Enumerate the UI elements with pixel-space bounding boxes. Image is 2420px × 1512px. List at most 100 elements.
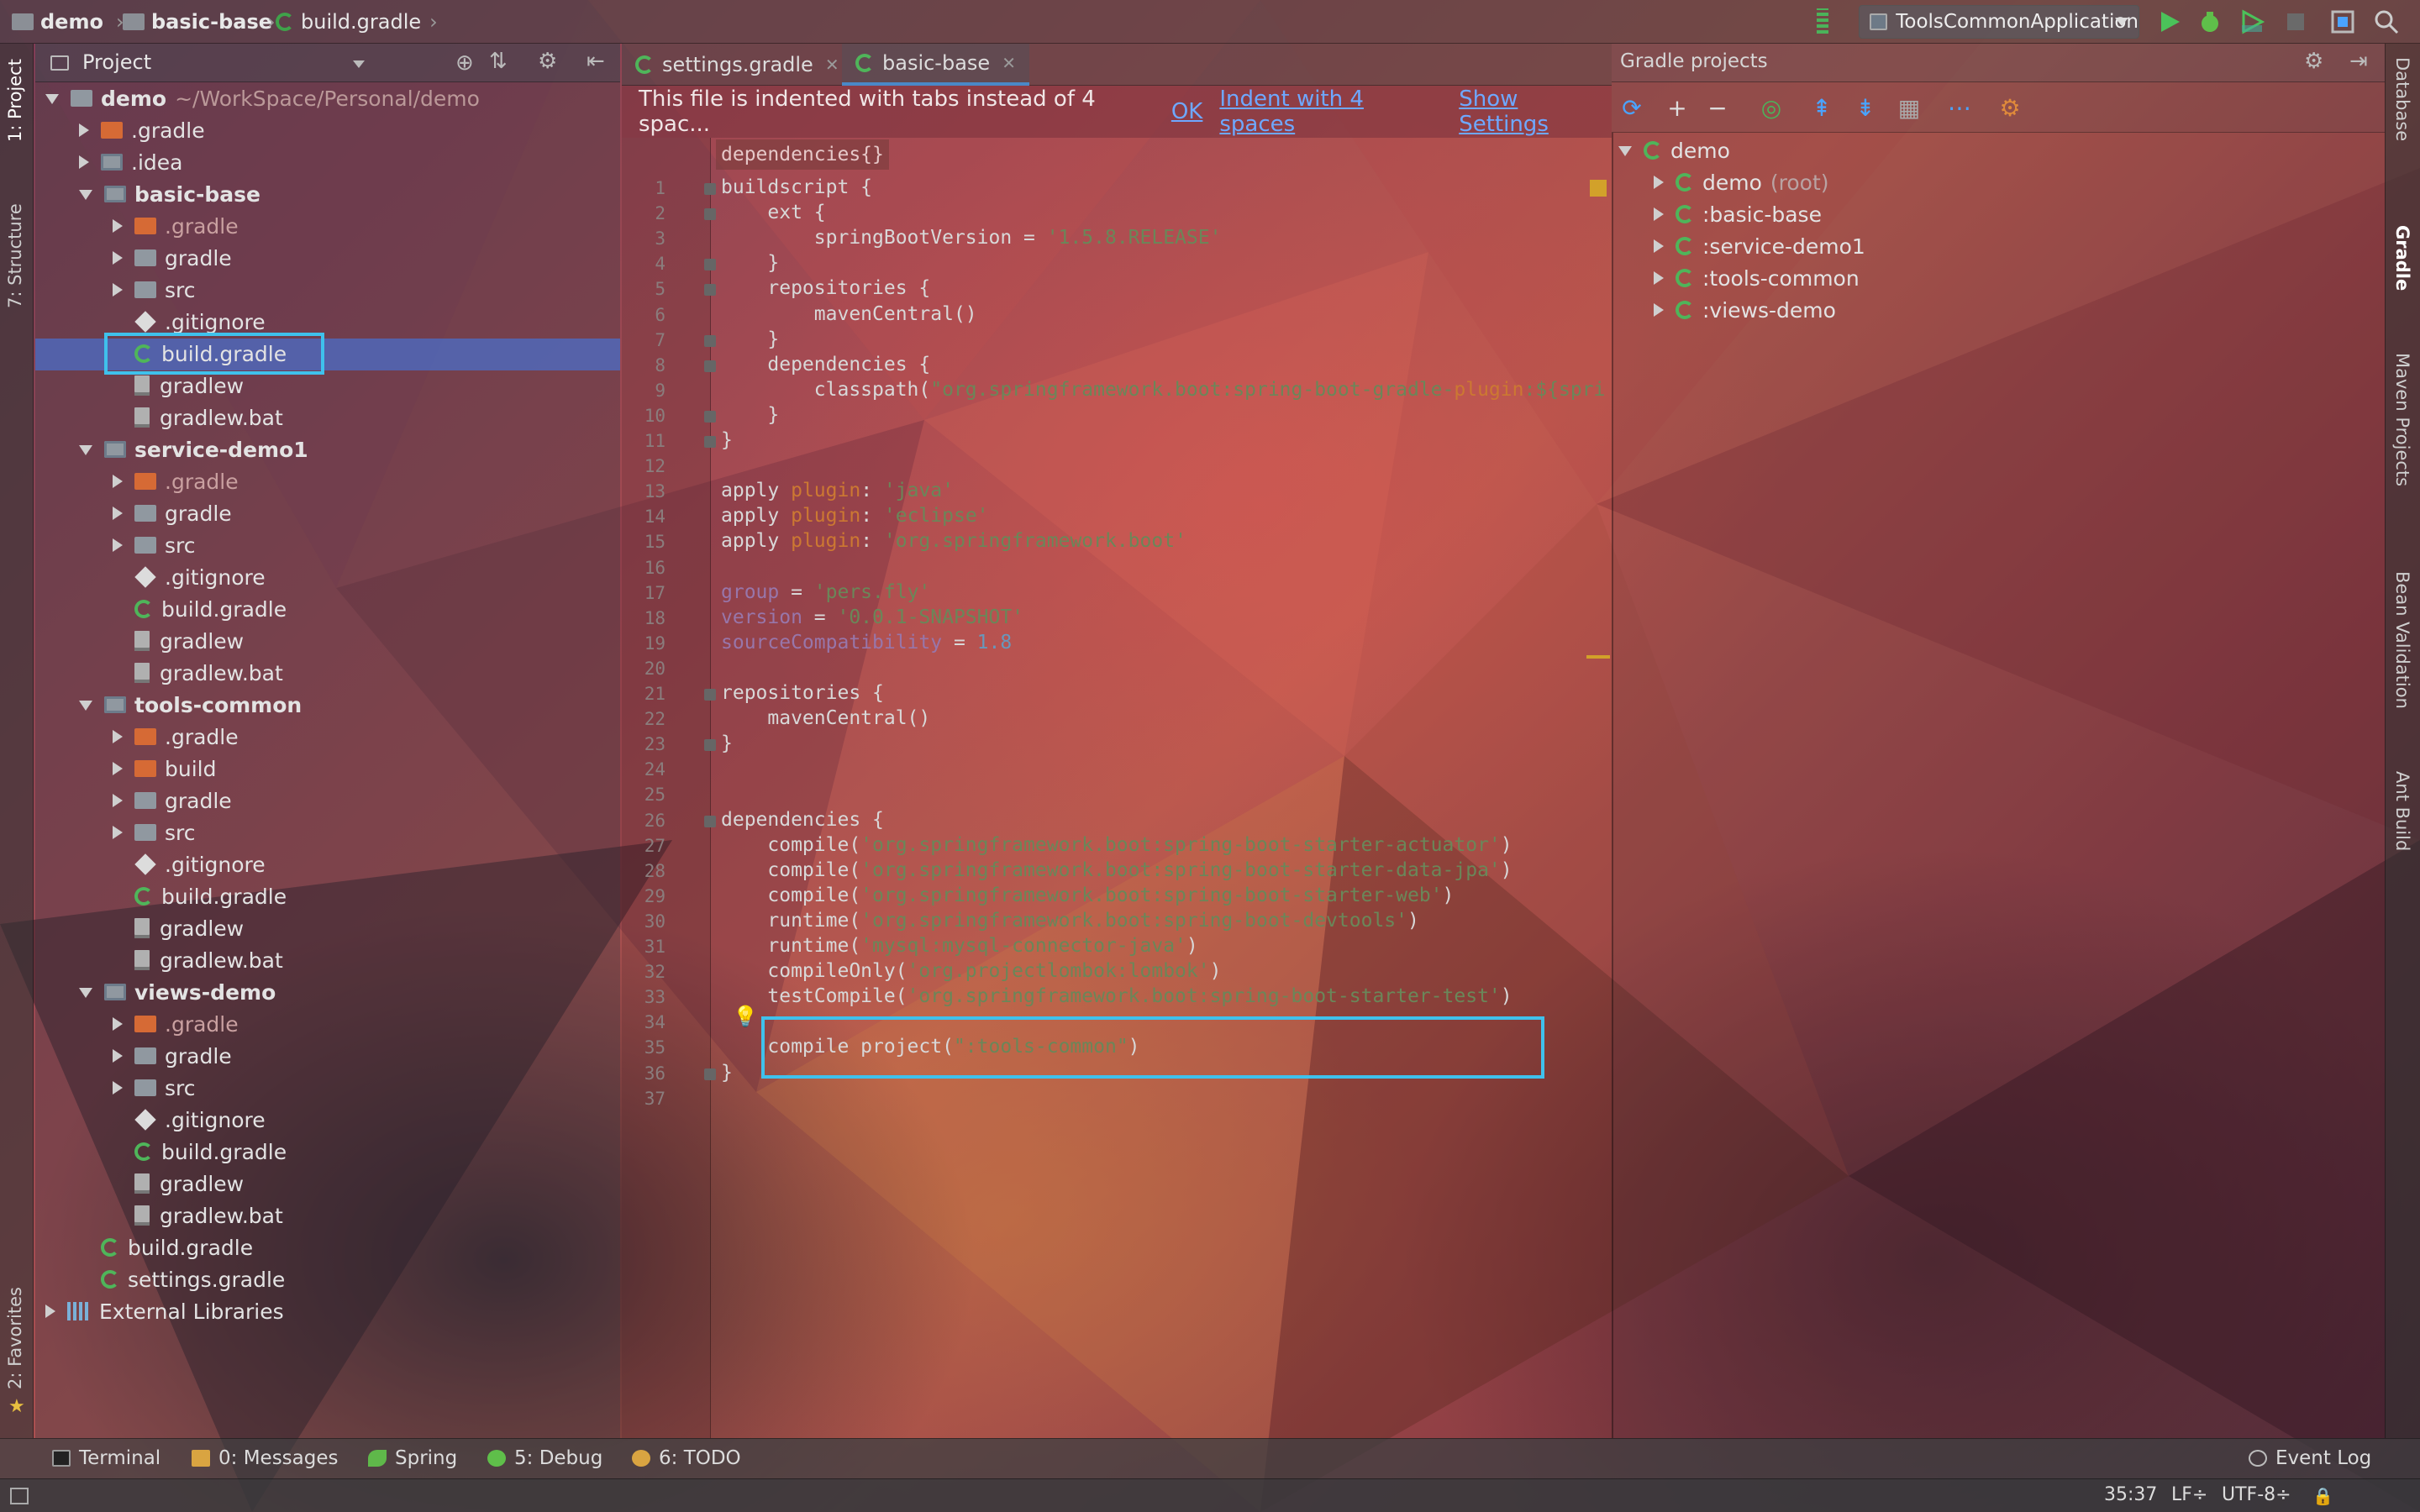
fold-marker-icon[interactable] bbox=[704, 436, 716, 448]
fold-marker-icon[interactable] bbox=[704, 334, 716, 347]
collapsed-arrow-icon[interactable] bbox=[1654, 176, 1664, 189]
code-line[interactable]: mavenCentral() bbox=[721, 303, 977, 325]
intention-bulb-icon[interactable]: 💡 bbox=[733, 1005, 758, 1028]
toggle-tool-windows-icon[interactable] bbox=[10, 1488, 29, 1504]
code-line[interactable]: buildscript { bbox=[721, 176, 872, 198]
code-line[interactable]: compileOnly('org.projectlombok:lombok') bbox=[721, 960, 1221, 982]
tab-maven-projects[interactable]: Maven Projects bbox=[2392, 353, 2412, 546]
tree-item[interactable]: .gradle bbox=[113, 210, 239, 242]
code-line[interactable]: } bbox=[721, 404, 779, 426]
tree-item[interactable]: src bbox=[113, 816, 196, 848]
collapse-all-icon[interactable]: ⇅ bbox=[489, 49, 508, 74]
fold-marker-icon[interactable] bbox=[704, 208, 716, 221]
tree-item[interactable]: build.gradle bbox=[113, 1136, 287, 1168]
fold-marker-icon[interactable] bbox=[704, 1068, 716, 1080]
collapsed-arrow-icon[interactable] bbox=[113, 219, 123, 233]
build-icon[interactable] bbox=[1817, 8, 1828, 34]
run-icon[interactable] bbox=[2156, 8, 2183, 35]
code-line[interactable]: dependencies { bbox=[721, 354, 930, 375]
expanded-arrow-icon[interactable] bbox=[79, 190, 92, 200]
hide-panel-icon[interactable]: ⇥ bbox=[2349, 49, 2368, 74]
fold-marker-icon[interactable] bbox=[704, 183, 716, 195]
collapsed-arrow-icon[interactable] bbox=[1654, 303, 1664, 317]
remove-icon[interactable]: − bbox=[1704, 94, 1731, 122]
tree-item[interactable]: .gitignore bbox=[113, 848, 266, 880]
crumb-demo[interactable]: demo bbox=[12, 0, 103, 44]
banner-ok-link[interactable]: OK bbox=[1171, 99, 1203, 124]
collapsed-arrow-icon[interactable] bbox=[1654, 239, 1664, 253]
code-line[interactable]: } bbox=[721, 732, 733, 754]
collapsed-arrow-icon[interactable] bbox=[113, 1017, 123, 1031]
code-breadcrumb[interactable]: dependencies{} bbox=[716, 139, 889, 170]
close-icon[interactable]: ✕ bbox=[1002, 53, 1016, 73]
tab-basic-base[interactable]: basic-base ✕ bbox=[842, 44, 1029, 86]
project-structure-icon[interactable] bbox=[2329, 8, 2356, 35]
expand-all-icon[interactable]: ⇞ bbox=[1808, 94, 1835, 122]
tree-item[interactable]: .gitignore bbox=[113, 1104, 266, 1136]
tree-item[interactable]: .gradle bbox=[113, 1008, 239, 1040]
chevron-down-icon[interactable] bbox=[353, 60, 365, 68]
tree-item[interactable]: build.gradle bbox=[113, 593, 287, 625]
run-coverage-icon[interactable] bbox=[2238, 8, 2265, 35]
code-line[interactable]: compile('org.springframework.boot:spring… bbox=[721, 885, 1454, 906]
tab-terminal[interactable]: Terminal bbox=[52, 1438, 160, 1478]
tree-item[interactable]: .idea bbox=[79, 146, 182, 178]
tree-item[interactable]: gradlew.bat bbox=[113, 944, 283, 976]
banner-settings-link[interactable]: Show Settings bbox=[1459, 87, 1612, 137]
add-icon[interactable]: + bbox=[1664, 94, 1691, 122]
fold-marker-icon[interactable] bbox=[704, 689, 716, 701]
search-icon[interactable] bbox=[2373, 8, 2400, 35]
code-line[interactable]: dependencies { bbox=[721, 809, 884, 831]
gradle-tree-item[interactable]: demo (root) bbox=[1654, 166, 1829, 198]
tree-item[interactable]: gradlew.bat bbox=[113, 402, 283, 433]
gradle-settings-icon[interactable]: ⚙ bbox=[1996, 94, 2023, 122]
run-config-dropdown[interactable]: ToolsCommonApplication bbox=[1859, 5, 2139, 39]
collapsed-arrow-icon[interactable] bbox=[113, 1081, 123, 1095]
code-line[interactable]: mavenCentral() bbox=[721, 707, 930, 729]
gradle-tree-item[interactable]: :basic-base bbox=[1654, 198, 1822, 230]
tree-item[interactable]: .gradle bbox=[79, 114, 205, 146]
crumb-build-gradle[interactable]: build.gradle › bbox=[276, 0, 446, 44]
tab-ant-build[interactable]: Ant Build bbox=[2392, 771, 2412, 880]
fold-marker-icon[interactable] bbox=[704, 739, 716, 752]
code-line[interactable]: apply plugin: 'org.springframework.boot' bbox=[721, 530, 1186, 552]
tree-item[interactable]: .gradle bbox=[113, 465, 239, 497]
tree-item[interactable]: src bbox=[113, 274, 196, 306]
expanded-arrow-icon[interactable] bbox=[1618, 146, 1632, 156]
tree-item[interactable]: gradlew.bat bbox=[113, 657, 283, 689]
collapse-all-icon[interactable]: ⇟ bbox=[1852, 94, 1879, 122]
error-stripe-marker[interactable] bbox=[1590, 180, 1607, 197]
fold-marker-icon[interactable] bbox=[704, 360, 716, 372]
line-separator[interactable]: LF÷ bbox=[2171, 1484, 2207, 1505]
code-line[interactable]: } bbox=[721, 252, 779, 274]
code-line[interactable]: testCompile('org.springframework.boot:sp… bbox=[721, 985, 1512, 1007]
tab-event-log[interactable]: Event Log bbox=[2249, 1438, 2371, 1478]
code-line[interactable]: } bbox=[721, 429, 733, 451]
debug-icon[interactable] bbox=[2196, 8, 2223, 35]
fold-marker-icon[interactable] bbox=[704, 815, 716, 827]
tab-structure[interactable]: 7: Structure bbox=[5, 203, 25, 371]
code-line[interactable]: } bbox=[721, 328, 779, 350]
collapsed-arrow-icon[interactable] bbox=[113, 1049, 123, 1063]
tab-spring[interactable]: Spring bbox=[368, 1438, 457, 1478]
code-line[interactable]: springBootVersion = '1.5.8.RELEASE' bbox=[721, 227, 1222, 249]
stop-icon[interactable] bbox=[2282, 8, 2309, 35]
collapsed-arrow-icon[interactable] bbox=[113, 475, 123, 488]
gradle-tree-item[interactable]: :views-demo bbox=[1654, 294, 1836, 326]
tree-item[interactable]: External Libraries bbox=[45, 1295, 284, 1327]
caret-position[interactable]: 35:37 bbox=[2104, 1484, 2157, 1505]
tab-todo[interactable]: 6: TODO bbox=[632, 1438, 741, 1478]
gear-icon[interactable]: ⚙ bbox=[2304, 49, 2323, 74]
hide-panel-icon[interactable]: ⇤ bbox=[587, 49, 605, 74]
code-line[interactable]: sourceCompatibility = 1.8 bbox=[721, 632, 1012, 654]
warning-stripe-marker[interactable] bbox=[1586, 655, 1610, 659]
collapsed-arrow-icon[interactable] bbox=[113, 538, 123, 552]
refresh-icon[interactable]: ⟳ bbox=[1618, 94, 1645, 122]
tree-item[interactable]: gradlew bbox=[113, 1168, 244, 1200]
tab-settings-gradle[interactable]: settings.gradle ✕ bbox=[622, 44, 853, 86]
tree-item[interactable]: src bbox=[113, 529, 196, 561]
code-line[interactable]: apply plugin: 'java' bbox=[721, 480, 954, 501]
tree-item[interactable]: settings.gradle bbox=[79, 1263, 285, 1295]
tree-item[interactable]: gradlew bbox=[113, 912, 244, 944]
collapsed-arrow-icon[interactable] bbox=[113, 251, 123, 265]
